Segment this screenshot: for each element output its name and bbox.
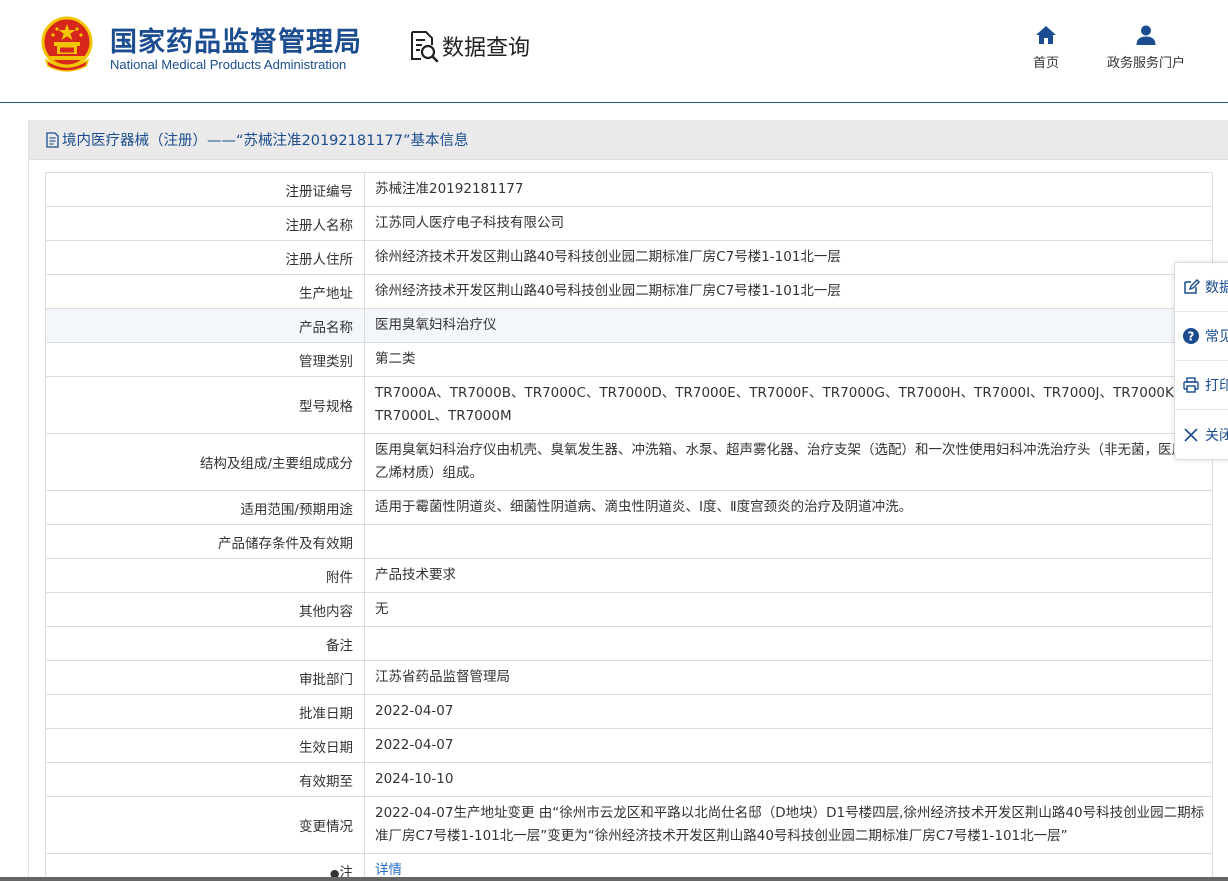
row-label: 注册证编号 [45, 172, 365, 207]
table-row: 产品储存条件及有效期 [45, 524, 1213, 559]
table-row: 附件 产品技术要求 [45, 558, 1213, 593]
brand-title-cn: 国家药品监督管理局 [110, 27, 362, 58]
data-feedback-label: 数据 [1205, 280, 1228, 296]
row-value: 苏械注准20192181177 [364, 172, 1213, 207]
row-label: 审批部门 [45, 660, 365, 695]
table-row: 生效日期 2022-04-07 [45, 728, 1213, 763]
row-label: 注册人住所 [45, 240, 365, 275]
search-document-icon [411, 31, 439, 63]
table-row: 注册人住所 徐州经济技术开发区荆山路40号科技创业园二期标准厂房C7号楼1-101… [45, 240, 1213, 275]
print-label: 打印 [1205, 378, 1228, 394]
row-label: 备注 [45, 626, 365, 661]
table-row: 注册人名称 江苏同人医疗电子科技有限公司 [45, 206, 1213, 241]
row-value: 江苏省药品监督管理局 [364, 660, 1213, 695]
row-value [364, 524, 1213, 559]
row-value: TR7000A、TR7000B、TR7000C、TR7000D、TR7000E、… [364, 376, 1213, 434]
row-value: 第二类 [364, 342, 1213, 377]
brand-title-en: National Medical Products Administration [110, 57, 347, 72]
row-label: 适用范围/预期用途 [45, 490, 365, 525]
row-value: 适用于霉菌性阴道炎、细菌性阴道病、滴虫性阴道炎、Ⅰ度、Ⅱ度宫颈炎的治疗及阴道冲洗… [364, 490, 1213, 525]
breadcrumb: 境内医疗器械（注册）——“苏械注准20192181177”基本信息 [29, 120, 1228, 160]
close-button[interactable]: 关闭 [1175, 410, 1228, 459]
row-value: 徐州经济技术开发区荆山路40号科技创业园二期标准厂房C7号楼1-101北一层 [364, 240, 1213, 275]
svg-text:?: ? [1188, 330, 1195, 344]
site-header: 国家药品监督管理局 National Medical Products Admi… [0, 0, 1228, 103]
print-button[interactable]: 打印 [1175, 361, 1228, 410]
table-row: 注册证编号 苏械注准20192181177 [45, 172, 1213, 207]
row-label: 结构及组成/主要组成成分 [45, 433, 365, 491]
table-row: 结构及组成/主要组成成分 医用臭氧妇科治疗仪由机壳、臭氧发生器、冲洗箱、水泵、超声… [45, 433, 1213, 491]
row-value: 2022-04-07 [364, 728, 1213, 763]
home-icon [1036, 26, 1056, 44]
nav-home-link[interactable]: 首页 [1025, 24, 1067, 71]
content-frame: 境内医疗器械（注册）——“苏械注准20192181177”基本信息 注册证编号苏… [28, 120, 1228, 881]
row-label: 注册人名称 [45, 206, 365, 241]
table-row: 其他内容无 [45, 592, 1213, 627]
row-label: 产品储存条件及有效期 [45, 524, 365, 559]
registration-info-table: 注册证编号 苏械注准20192181177 注册人名称 江苏同人医疗电子科技有限公司… [45, 172, 1213, 881]
row-label: 生产地址 [45, 274, 365, 309]
side-toolbar: 数据 ? 常见 打印 关闭 [1174, 262, 1228, 460]
table-row: 管理类别 第二类 [45, 342, 1213, 377]
faq-label: 常见 [1205, 329, 1228, 345]
nav-home-label: 首页 [1032, 56, 1059, 71]
row-label: 变更情况 [45, 796, 365, 854]
row-label: 有效期至 [45, 762, 365, 797]
data-query-label: 数据查询 [442, 36, 531, 61]
row-value: 医用臭氧妇科治疗仪由机壳、臭氧发生器、冲洗箱、水泵、超声雾化器、治疗支架（选配）… [364, 433, 1213, 491]
row-label: 型号规格 [45, 376, 365, 434]
print-icon [1183, 377, 1199, 393]
row-label: 管理类别 [45, 342, 365, 377]
row-value: 2022-04-07 [364, 694, 1213, 729]
row-value: 2022-04-07生产地址变更 由“徐州市云龙区和平路以北尚仕名邸（D地块）D… [364, 796, 1213, 854]
data-query-title: 数据查询 [408, 28, 530, 64]
row-value: 医用臭氧妇科治疗仪 [364, 308, 1213, 343]
close-icon [1184, 427, 1198, 442]
breadcrumb-text: 境内医疗器械（注册）——“苏械注准20192181177”基本信息 [62, 133, 469, 149]
nav-gov-service-portal-link[interactable]: 政务服务门户 [1098, 24, 1194, 71]
row-label: 产品名称 [45, 308, 365, 343]
row-value: 无 [364, 592, 1213, 627]
close-label: 关闭 [1205, 427, 1228, 444]
table-row: 批准日期 2022-04-07 [45, 694, 1213, 729]
user-icon [1136, 25, 1156, 45]
details-link[interactable]: 详情 [375, 862, 402, 878]
row-label: 其他内容 [45, 592, 365, 627]
table-row: 备注 [45, 626, 1213, 661]
document-icon [46, 131, 59, 148]
row-label: 批准日期 [45, 694, 365, 729]
table-row: 生产地址 徐州经济技术开发区荆山路40号科技创业园二期标准厂房C7号楼1-101北… [45, 274, 1213, 309]
row-label: 附件 [45, 558, 365, 593]
table-row: 适用范围/预期用途 适用于霉菌性阴道炎、细菌性阴道病、滴虫性阴道炎、Ⅰ度、Ⅱ度宫颈… [45, 490, 1213, 525]
row-value: 2024-10-10 [364, 762, 1213, 797]
help-icon: ? [1183, 328, 1199, 344]
table-row: 型号规格 TR7000A、TR7000B、TR7000C、TR7000D、TR70… [45, 376, 1213, 434]
row-value: 产品技术要求 [364, 558, 1213, 593]
row-value: 江苏同人医疗电子科技有限公司 [364, 206, 1213, 241]
bottom-divider [0, 877, 1228, 881]
row-label: 生效日期 [45, 728, 365, 763]
national-emblem-icon [41, 16, 93, 72]
nav-portal-label: 政务服务门户 [1106, 56, 1185, 71]
table-row: 变更情况 2022-04-07生产地址变更 由“徐州市云龙区和平路以北尚仕名邸（D… [45, 796, 1213, 854]
edit-icon [1184, 279, 1200, 294]
table-row-highlighted: 产品名称 医用臭氧妇科治疗仪 [45, 308, 1213, 343]
faq-button[interactable]: ? 常见 [1175, 312, 1228, 361]
table-row: 有效期至 2024-10-10 [45, 762, 1213, 797]
row-value: 徐州经济技术开发区荆山路40号科技创业园二期标准厂房C7号楼1-101北一层 [364, 274, 1213, 309]
data-feedback-button[interactable]: 数据 [1175, 263, 1228, 312]
row-value [364, 626, 1213, 661]
table-row: 审批部门 江苏省药品监督管理局 [45, 660, 1213, 695]
